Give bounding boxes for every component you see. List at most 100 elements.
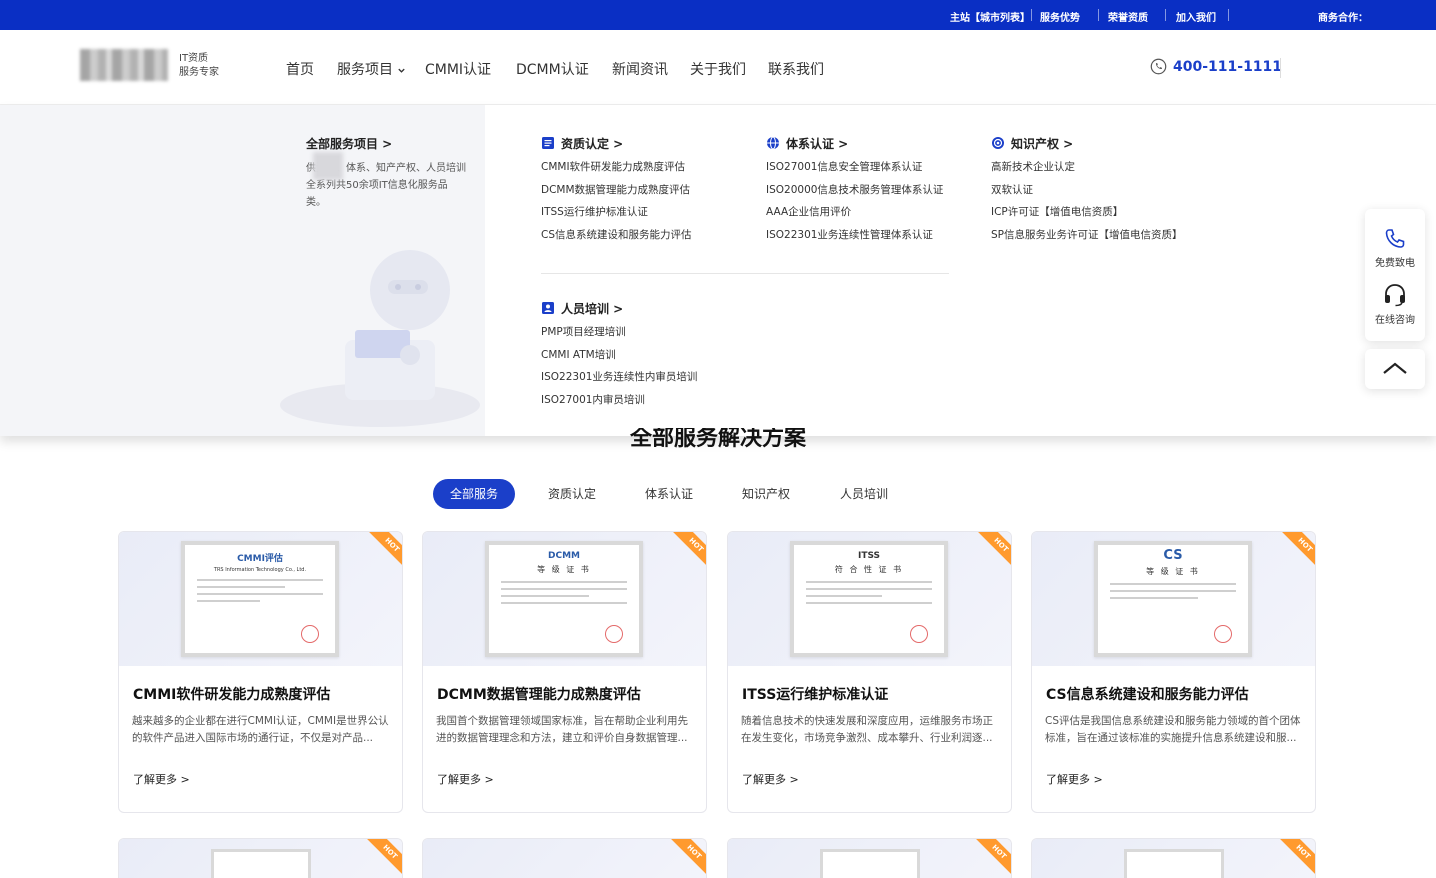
learn-more-link[interactable]: 了解更多 >: [437, 771, 494, 787]
divider: [1280, 58, 1281, 78]
service-link-cs[interactable]: CS信息系统建设和服务能力评估: [541, 224, 692, 247]
service-link-dual-soft[interactable]: 双软认证: [991, 179, 1183, 202]
back-to-top-button[interactable]: [1365, 349, 1425, 389]
topbar-link-main-site[interactable]: 主站【城市列表】: [950, 9, 1030, 24]
category-training-title[interactable]: 人员培训 >: [541, 301, 697, 316]
service-link-iso22301-auditor[interactable]: ISO22301业务连续性内审员培训: [541, 366, 697, 389]
service-link-dcmm[interactable]: DCMM数据管理能力成熟度评估: [541, 179, 692, 202]
phone-number: 400-111-1111: [1173, 58, 1283, 75]
free-call-button[interactable]: 免费致电: [1365, 227, 1425, 269]
logo-text-line2: 服务专家: [179, 67, 219, 78]
all-services-link[interactable]: 全部服务项目 >: [306, 135, 392, 152]
chevron-down-icon: [398, 68, 406, 73]
category-training: 人员培训 > PMP项目经理培训 CMMI ATM培训 ISO22301业务连续…: [541, 301, 697, 412]
category-label: 资质认定 >: [561, 136, 624, 151]
divider: [1228, 9, 1229, 21]
logo[interactable]: [80, 49, 168, 81]
tab-system-cert[interactable]: 体系认证: [637, 479, 701, 509]
certificate-subtitle: 等 级 证 书: [1146, 567, 1200, 576]
service-card-cs[interactable]: CS 等 级 证 书 HOT CS信息系统建设和服务能力评估 CS评估是我国信息…: [1031, 531, 1316, 813]
tab-training[interactable]: 人员培训: [832, 479, 896, 509]
copyright-icon: [992, 137, 1004, 149]
service-link-iso20000[interactable]: ISO20000信息技术服务管理体系认证: [766, 179, 943, 202]
nav-home[interactable]: 首页: [286, 59, 314, 79]
certificate-image: [820, 849, 920, 878]
online-chat-label: 在线咨询: [1375, 315, 1415, 326]
tab-all-services[interactable]: 全部服务: [433, 479, 515, 509]
certificate-title: ITSS: [857, 551, 881, 561]
service-link-sp[interactable]: SP信息服务业务许可证【增值电信资质】: [991, 224, 1183, 247]
nav-cmmi[interactable]: CMMI认证: [425, 59, 491, 79]
service-link-itss[interactable]: ITSS运行维护标准认证: [541, 201, 692, 224]
seal-icon: [910, 625, 928, 643]
nav-about[interactable]: 关于我们: [690, 59, 746, 79]
nav-contact[interactable]: 联系我们: [768, 59, 824, 79]
nav-dcmm[interactable]: DCMM认证: [516, 59, 589, 79]
topbar-link-advantages[interactable]: 服务优势: [1040, 9, 1080, 24]
topbar-link-honors[interactable]: 荣誉资质: [1108, 9, 1148, 24]
service-link-pmp[interactable]: PMP项目经理培训: [541, 321, 697, 344]
logo-tagline: IT资质 服务专家: [179, 52, 219, 80]
certificate-image: ITSS 符 合 性 证 书: [790, 541, 948, 657]
service-link-iso22301[interactable]: ISO22301业务连续性管理体系认证: [766, 224, 943, 247]
service-link-cmmi-atm[interactable]: CMMI ATM培训: [541, 344, 697, 367]
topbar-link-join[interactable]: 加入我们: [1176, 9, 1216, 24]
category-label: 知识产权 >: [1011, 136, 1074, 151]
card-title: DCMM数据管理能力成熟度评估: [437, 687, 641, 703]
phone-icon: [1385, 229, 1405, 248]
card-description: 随着信息技术的快速发展和深度应用，运维服务市场正在发生变化，市场竞争激烈、成本攀…: [741, 715, 993, 744]
divider: [1165, 9, 1166, 21]
service-link-high-tech[interactable]: 高新技术企业认定: [991, 156, 1183, 179]
header: IT资质 服务专家 首页 服务项目 CMMI认证 DCMM认证 新闻资讯 关于我…: [0, 30, 1436, 105]
service-card-dcmm[interactable]: DCMM 等 级 证 书 HOT DCMM数据管理能力成熟度评估 我国首个数据管…: [422, 531, 707, 813]
certificate-title: DCMM: [548, 551, 580, 561]
category-qualification-title[interactable]: 资质认定 >: [541, 136, 692, 151]
card-image: ITSS 符 合 性 证 书 HOT: [728, 532, 1011, 666]
nav-news[interactable]: 新闻资讯: [612, 59, 668, 79]
service-link-aaa[interactable]: AAA企业信用评价: [766, 201, 943, 224]
chevron-up-icon: [1383, 362, 1407, 374]
nav-services[interactable]: 服务项目: [337, 59, 406, 79]
category-ip-title[interactable]: 知识产权 >: [991, 136, 1183, 151]
section-title-text: 全部服务解决方案: [629, 428, 806, 451]
seal-icon: [605, 625, 623, 643]
tab-ip[interactable]: 知识产权: [734, 479, 798, 509]
card-image: CMMI评估 TRS Information Technology Co., L…: [119, 532, 402, 666]
service-link-iso27001-auditor[interactable]: ISO27001内审员培训: [541, 389, 697, 412]
service-link-icp[interactable]: ICP许可证【增值电信资质】: [991, 201, 1183, 224]
divider: [1098, 9, 1099, 21]
card-image: CS 等 级 证 书 HOT: [1032, 532, 1315, 666]
service-link-cmmi[interactable]: CMMI软件研发能力成熟度评估: [541, 156, 692, 179]
service-card-itss[interactable]: ITSS 符 合 性 证 书 HOT ITSS运行维护标准认证 随着信息技术的快…: [727, 531, 1012, 813]
learn-more-link[interactable]: 了解更多 >: [1046, 771, 1103, 787]
divider: [1031, 9, 1032, 21]
category-system-cert-title[interactable]: 体系认证 >: [766, 136, 943, 151]
top-bar: 主站【城市列表】 服务优势 荣誉资质 加入我们 商务合作：: [0, 0, 1436, 30]
header-phone[interactable]: 400-111-1111: [1150, 58, 1282, 75]
hot-badge: HOT: [365, 532, 402, 572]
certificate-image: CS 等 级 证 书: [1094, 541, 1252, 657]
online-chat-button[interactable]: 在线咨询: [1365, 282, 1425, 326]
learn-more-link[interactable]: 了解更多 >: [742, 771, 799, 787]
card-image: [728, 839, 1011, 878]
hot-badge: HOT: [974, 532, 1011, 572]
seal-icon: [301, 625, 319, 643]
service-card-row2[interactable]: HOT: [118, 838, 403, 878]
learn-more-link[interactable]: 了解更多 >: [133, 771, 190, 787]
certificate-subtitle: TRS Information Technology Co., Ltd.: [213, 567, 307, 573]
card-description: 我国首个数据管理领域国家标准，旨在帮助企业利用先进的数据管理理念和方法，建立和评…: [436, 715, 688, 744]
phone-icon: [1150, 58, 1167, 75]
service-link-iso27001[interactable]: ISO27001信息安全管理体系认证: [766, 156, 943, 179]
service-card-row2[interactable]: HOT: [727, 838, 1012, 878]
person-badge-icon: [542, 302, 554, 314]
section-title: 全部服务解决方案: [0, 428, 1436, 456]
service-card-row2[interactable]: HOT: [422, 838, 707, 878]
headset-icon: [1385, 284, 1405, 307]
topbar-business[interactable]: 商务合作：: [1318, 9, 1368, 24]
service-card-row2[interactable]: HOT: [1031, 838, 1316, 878]
card-title: CS信息系统建设和服务能力评估: [1046, 687, 1249, 703]
service-card-cmmi[interactable]: CMMI评估 TRS Information Technology Co., L…: [118, 531, 403, 813]
mega-menu-intro: 全部服务项目 > 供资质、体系、知产产权、人员培训全系列共50余项IT信息化服务…: [0, 105, 485, 436]
tab-qualification[interactable]: 资质认定: [540, 479, 604, 509]
certificate-subtitle: 符 合 性 证 书: [834, 565, 904, 574]
